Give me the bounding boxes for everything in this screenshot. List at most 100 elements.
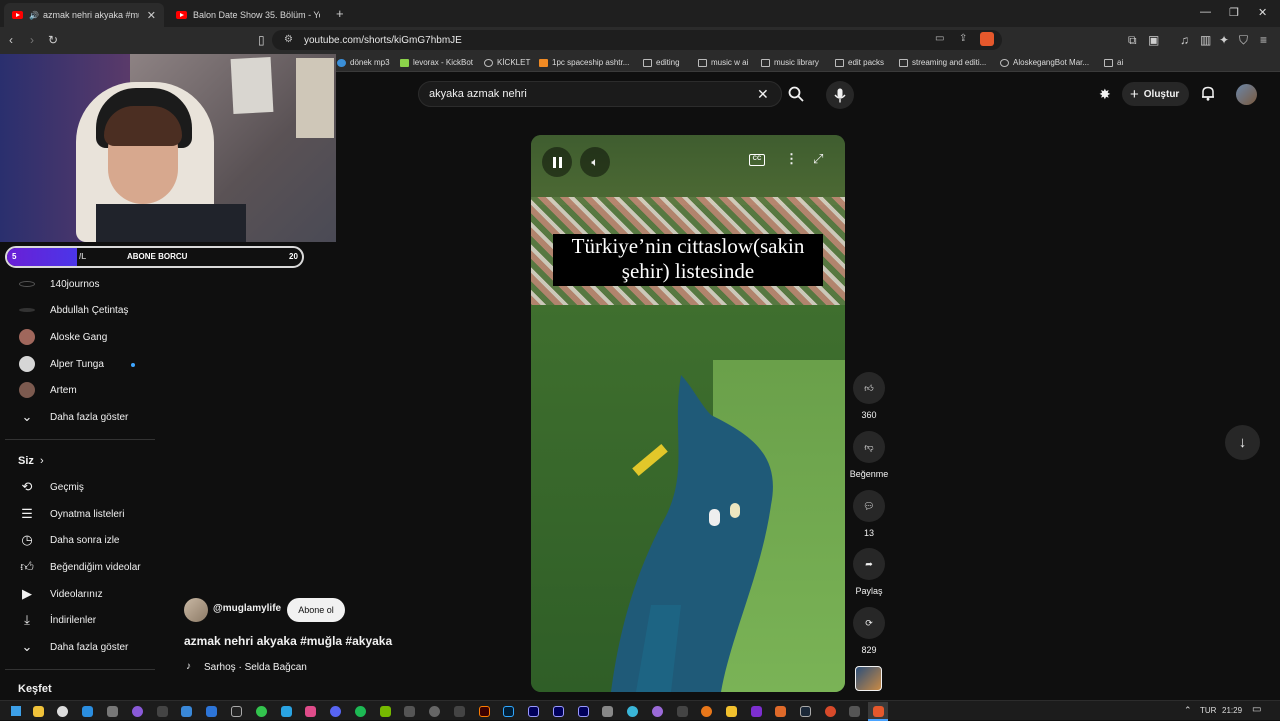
captions-icon[interactable]: CC: [749, 154, 765, 166]
voice-search-button[interactable]: [826, 81, 854, 109]
site-info-icon[interactable]: ⚙: [284, 34, 293, 45]
file-explorer-icon[interactable]: [33, 706, 44, 717]
bookmark-folder[interactable]: music library: [761, 58, 819, 67]
language-indicator[interactable]: TUR: [1200, 706, 1216, 715]
sidebar-item-subscription[interactable]: Abdullah Çetintaş: [0, 297, 155, 323]
forward-icon[interactable]: ›: [30, 33, 34, 47]
sidebar-item-subscription[interactable]: Alper Tunga: [0, 351, 155, 377]
bookmark-item[interactable]: dönek mp3: [337, 58, 390, 67]
close-window-icon[interactable]: ✕: [1258, 6, 1267, 19]
browser-tab-active[interactable]: 🔊 azmak nehri akyaka #muğla # ✕: [4, 3, 164, 27]
sidebar-item-your-videos[interactable]: ▶ Videolarınız: [0, 581, 155, 607]
channel-avatar[interactable]: [184, 598, 208, 622]
subscribe-button[interactable]: Abone ol: [287, 598, 345, 622]
sidebar-item-history[interactable]: ⟲ Geçmiş: [0, 474, 155, 500]
nvidia-icon[interactable]: [380, 706, 391, 717]
bookmark-item[interactable]: AloskegangBot Mar...: [1000, 58, 1089, 67]
share-button[interactable]: ➦ Paylaş: [848, 548, 890, 596]
like-button[interactable]: 👍︎ 360: [851, 372, 887, 420]
address-bar[interactable]: ⚙ youtube.com/shorts/kiGmG7hbmJE ▭ ⇪: [272, 30, 1002, 50]
illustrator-icon[interactable]: [479, 706, 490, 717]
app-icon[interactable]: [825, 706, 836, 717]
bookmark-item[interactable]: levorax - KickBot: [400, 58, 473, 67]
search-input[interactable]: akyaka azmak nehri ✕: [418, 81, 782, 107]
close-tab-icon[interactable]: ✕: [147, 9, 156, 22]
bookmark-folder[interactable]: ai: [1104, 58, 1123, 67]
instagram-icon[interactable]: [305, 706, 316, 717]
audition-icon[interactable]: [553, 706, 564, 717]
app-icon[interactable]: [726, 706, 737, 717]
app-icon[interactable]: [602, 706, 613, 717]
sidebar-item-subscription[interactable]: 140journos: [0, 271, 155, 297]
sidebar-you-header[interactable]: Siz ›: [0, 448, 155, 474]
more-options-icon[interactable]: ⋮: [785, 151, 798, 167]
bookmark-icon[interactable]: ▯: [258, 33, 265, 47]
sidebar-item-watch-later[interactable]: ◷ Daha sonra izle: [0, 527, 155, 553]
brave-icon[interactable]: [873, 706, 884, 717]
share-icon[interactable]: ⇪: [959, 33, 967, 44]
menu-icon[interactable]: ≡: [1260, 33, 1267, 47]
sound-thumbnail[interactable]: [855, 666, 882, 691]
search-icon[interactable]: [788, 86, 804, 105]
sidebar-show-more[interactable]: ⌄ Daha fazla göster: [0, 404, 155, 430]
sidebar-item-downloads[interactable]: ⤓ İndirilenler: [0, 607, 155, 633]
wallet-icon[interactable]: ▣: [1148, 33, 1159, 47]
restore-icon[interactable]: ❐: [1229, 6, 1239, 19]
sidebar-show-more[interactable]: ⌄ Daha fazla göster: [0, 634, 155, 660]
app-icon[interactable]: [701, 706, 712, 717]
app-icon[interactable]: [627, 706, 638, 717]
vscode-icon[interactable]: [82, 706, 93, 717]
chrome-icon[interactable]: [57, 706, 68, 717]
app-icon[interactable]: [751, 706, 762, 717]
reload-icon[interactable]: ↻: [48, 33, 58, 47]
app-icon[interactable]: [429, 706, 440, 717]
minimize-icon[interactable]: —: [1200, 6, 1211, 18]
telegram-icon[interactable]: [281, 706, 292, 717]
app-icon[interactable]: [404, 706, 415, 717]
app-icon[interactable]: [157, 706, 168, 717]
cast-icon[interactable]: ▭: [935, 33, 944, 44]
new-tab-icon[interactable]: +: [336, 6, 344, 21]
app-icon[interactable]: [775, 706, 786, 717]
browser-tab[interactable]: Balon Date Show 35. Bölüm - YouTube: [168, 3, 328, 27]
bookmark-folder[interactable]: music w ai: [698, 58, 748, 67]
create-button[interactable]: + Oluştur: [1122, 82, 1189, 106]
back-icon[interactable]: ‹: [9, 33, 13, 47]
clock[interactable]: 21:29: [1222, 706, 1242, 715]
obs-icon[interactable]: [132, 706, 143, 717]
notifications-icon[interactable]: [1200, 85, 1216, 106]
app-icon[interactable]: [181, 706, 192, 717]
brave-shield-icon[interactable]: [980, 32, 994, 46]
start-icon[interactable]: [11, 706, 21, 716]
app-icon[interactable]: [849, 706, 860, 717]
short-title[interactable]: azmak nehri akyaka #muğla #akyaka: [184, 634, 392, 648]
pause-button[interactable]: [542, 147, 572, 177]
discord-icon[interactable]: [330, 706, 341, 717]
next-short-button[interactable]: ↓: [1225, 425, 1260, 460]
music-credit[interactable]: Sarhoş · Selda Bağcan: [204, 662, 307, 673]
app-icon[interactable]: [652, 706, 663, 717]
photoshop-icon[interactable]: [503, 706, 514, 717]
bookmark-folder[interactable]: streaming and editi...: [899, 58, 986, 67]
dislike-button[interactable]: 👎︎ Beğenme: [846, 431, 892, 479]
notification-center-icon[interactable]: ▭: [1252, 704, 1261, 715]
avatar[interactable]: [1236, 84, 1257, 105]
remix-button[interactable]: ⟳ 829: [851, 607, 887, 655]
mute-button[interactable]: 🔈︎: [580, 147, 610, 177]
app-icon[interactable]: [677, 706, 688, 717]
tiktok-icon[interactable]: [231, 706, 242, 717]
sidebar-item-playlists[interactable]: ☰ Oynatma listeleri: [0, 501, 155, 527]
app-icon[interactable]: [107, 706, 118, 717]
sidebar-item-subscription[interactable]: Aloske Gang: [0, 324, 155, 350]
bookmark-folder[interactable]: edit packs: [835, 58, 884, 67]
sidebar-item-subscription[interactable]: Artem: [0, 377, 155, 403]
cast-hub-icon[interactable]: ✸: [1099, 86, 1111, 103]
premiere-icon[interactable]: [578, 706, 589, 717]
bookmark-folder[interactable]: editing: [643, 58, 680, 67]
music-icon[interactable]: ♫: [1180, 33, 1189, 47]
spotify-icon[interactable]: [355, 706, 366, 717]
bookmark-item[interactable]: KİCKLET: [484, 58, 530, 67]
sidebar-item-liked-videos[interactable]: 👍︎ Beğendiğim videolar: [0, 554, 155, 580]
chevron-up-icon[interactable]: ⌃: [1184, 705, 1192, 716]
app-icon[interactable]: [206, 706, 217, 717]
